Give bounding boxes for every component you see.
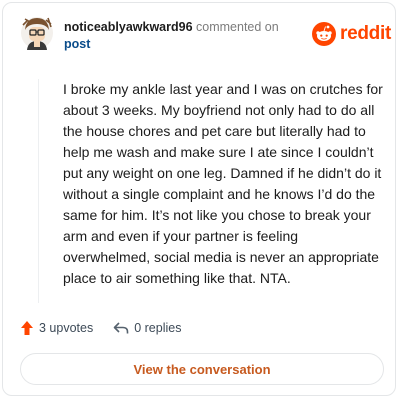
reddit-logo[interactable]: reddit — [312, 22, 391, 46]
upvote-count: 3 upvotes — [39, 321, 94, 335]
post-link[interactable]: post — [64, 37, 90, 51]
reply-button[interactable]: 0 replies — [113, 321, 181, 335]
comment-actions: 3 upvotes 0 replies — [20, 320, 181, 336]
avatar[interactable] — [20, 15, 54, 53]
avatar-icon — [21, 17, 53, 50]
thread-line — [38, 79, 39, 303]
upvote-button[interactable]: 3 upvotes — [20, 320, 93, 336]
username[interactable]: noticeablyawkward96 — [64, 20, 193, 34]
comment-body: I broke my ankle last year and I was on … — [63, 81, 383, 286]
reddit-logo-text: reddit — [340, 23, 391, 44]
comment-card: noticeablyawkward96 commented on post re… — [2, 2, 396, 396]
comment-header: noticeablyawkward96 commented on post — [64, 19, 299, 53]
view-conversation-button[interactable]: View the conversation — [20, 353, 384, 385]
upvote-arrow-icon — [21, 321, 33, 335]
reply-arrow-icon — [113, 322, 129, 334]
reddit-alien-icon — [312, 22, 336, 46]
reply-count: 0 replies — [134, 321, 182, 335]
commented-on-text: commented on — [196, 20, 279, 34]
